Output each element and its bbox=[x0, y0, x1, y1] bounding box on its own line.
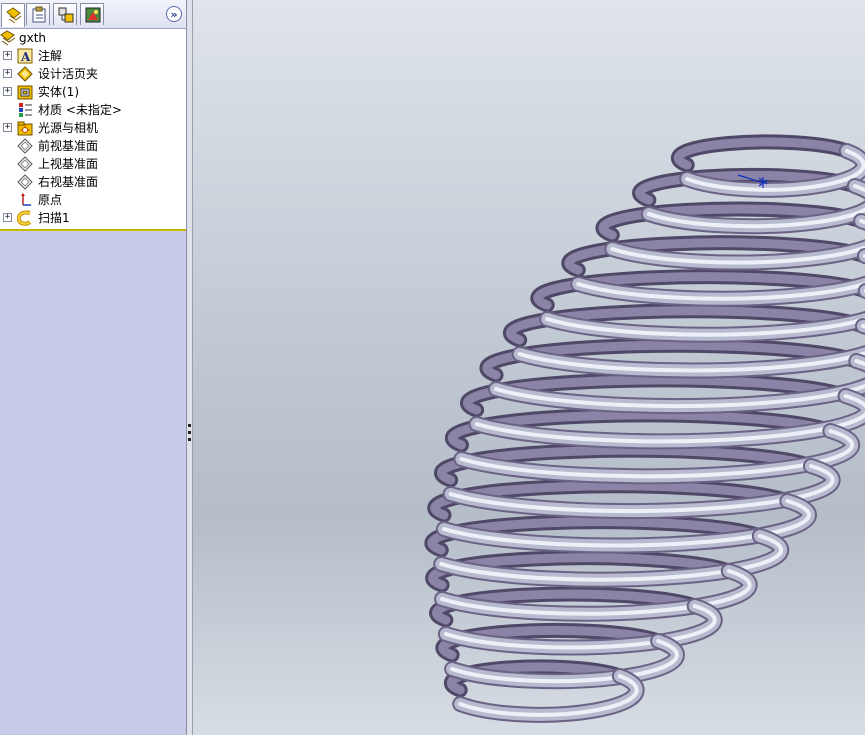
tree-item-annotations[interactable]: + A 注解 bbox=[0, 47, 186, 65]
tree-root-label: gxth bbox=[19, 31, 47, 45]
tree-item-label: 光源与相机 bbox=[38, 121, 99, 135]
expand-toggle-icon[interactable]: + bbox=[3, 51, 12, 60]
design-binder-icon bbox=[17, 66, 33, 82]
feature-tree: gxth + A 注解 + 设计活页夹 + 实体(1) 材质 <未指定> + 光… bbox=[0, 29, 186, 231]
tree-item-label: 上视基准面 bbox=[38, 157, 99, 171]
tab-configuration-manager[interactable] bbox=[53, 3, 77, 25]
plane-icon bbox=[17, 156, 33, 172]
origin-icon bbox=[21, 193, 31, 206]
tree-item-right-plane[interactable]: 右视基准面 bbox=[0, 173, 186, 191]
tree-item-label: 扫描1 bbox=[38, 211, 70, 225]
expand-toggle-icon[interactable]: + bbox=[3, 123, 12, 132]
tree-item-solid-bodies[interactable]: + 实体(1) bbox=[0, 83, 186, 101]
tab-property-manager[interactable] bbox=[26, 3, 50, 25]
tree-item-label: 设计活页夹 bbox=[38, 67, 99, 81]
part-icon bbox=[0, 30, 16, 46]
tree-item-design-binder[interactable]: + 设计活页夹 bbox=[0, 65, 186, 83]
solid-bodies-icon bbox=[17, 85, 33, 100]
tree-item-label: 前视基准面 bbox=[38, 139, 99, 153]
plane-icon bbox=[17, 138, 33, 154]
annotations-icon: A bbox=[17, 48, 33, 64]
tree-item-label: 注解 bbox=[38, 49, 63, 63]
material-icon bbox=[19, 103, 32, 117]
tree-item-sweep[interactable]: + 扫描1 bbox=[0, 209, 186, 227]
feature-manager-panel: » gxth + A 注解 + 设计活页夹 + 实体(1) 材质 <未指定> +… bbox=[0, 0, 187, 735]
configuration-manager-icon bbox=[58, 7, 74, 23]
splitter-grip-icon bbox=[188, 438, 191, 441]
expand-toggle-icon[interactable]: + bbox=[3, 87, 12, 96]
svg-text:A: A bbox=[20, 50, 31, 64]
tree-item-top-plane[interactable]: 上视基准面 bbox=[0, 155, 186, 173]
tree-item-front-plane[interactable]: 前视基准面 bbox=[0, 137, 186, 155]
expand-toggle-icon[interactable]: + bbox=[3, 213, 12, 222]
feature-tree-icon bbox=[6, 7, 22, 24]
plane-icon bbox=[17, 174, 33, 190]
tree-item-origin[interactable]: 原点 bbox=[0, 191, 186, 209]
tab-display-manager[interactable] bbox=[80, 3, 104, 25]
tree-item-lights-cameras[interactable]: + 光源与相机 bbox=[0, 119, 186, 137]
graphics-viewport[interactable] bbox=[193, 0, 865, 735]
tree-item-label: 右视基准面 bbox=[38, 175, 99, 189]
property-manager-icon bbox=[32, 6, 46, 23]
manager-tab-bar: » bbox=[0, 0, 186, 29]
lights-cameras-icon bbox=[17, 121, 33, 136]
tree-item-material[interactable]: 材质 <未指定> bbox=[0, 101, 186, 119]
sweep-icon bbox=[17, 210, 32, 226]
tree-item-label: 材质 <未指定> bbox=[38, 103, 122, 117]
tree-item-label: 实体(1) bbox=[38, 85, 79, 99]
tree-root-part[interactable]: gxth bbox=[0, 29, 186, 47]
splitter-grip-icon bbox=[188, 424, 191, 427]
tab-feature-manager[interactable] bbox=[1, 3, 25, 27]
tree-item-label: 原点 bbox=[38, 193, 63, 207]
splitter-grip-icon bbox=[188, 431, 191, 434]
display-manager-icon bbox=[85, 7, 101, 23]
helical-spring-model[interactable] bbox=[193, 0, 865, 735]
expand-panel-button[interactable]: » bbox=[166, 6, 182, 22]
expand-toggle-icon[interactable]: + bbox=[3, 69, 12, 78]
